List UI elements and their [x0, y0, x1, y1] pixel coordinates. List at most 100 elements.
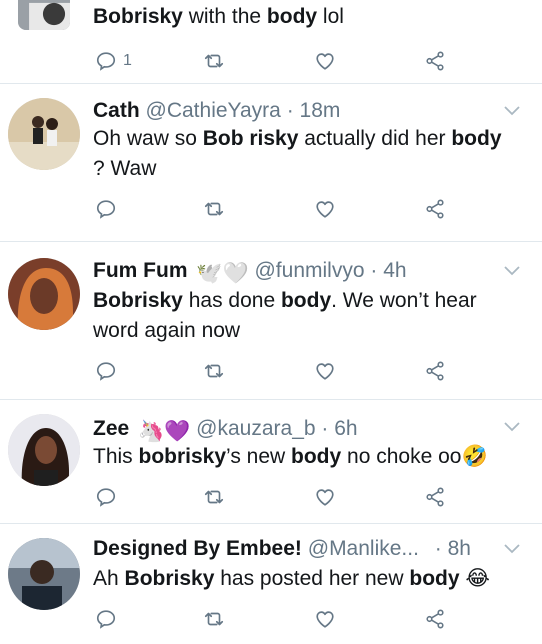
retweet-button[interactable]: [203, 606, 225, 632]
retweet-icon: [204, 54, 224, 68]
tweet-body-text: Bobrisky has done body. We won’t hear wo…: [93, 289, 477, 342]
retweet-button[interactable]: [203, 196, 225, 222]
tweet-1[interactable]: Cath @CathieYayra · 18m Oh waw so Bob ri…: [0, 84, 542, 242]
avatar-image: [8, 414, 80, 486]
highlighted-term: Bob risky: [202, 127, 299, 150]
tweet-actions: [95, 606, 515, 632]
highlighted-term: body: [291, 445, 342, 468]
reply-icon: [96, 52, 116, 71]
avatar[interactable]: [8, 258, 80, 330]
like-button[interactable]: [314, 196, 336, 222]
retweet-icon: [204, 364, 224, 378]
avatar[interactable]: [8, 414, 80, 486]
timestamp[interactable]: 8h: [448, 537, 471, 560]
chevron-down-icon[interactable]: [504, 544, 520, 554]
tweet-feed: Bobrisky with the body lol 1 Cath @Cathi…: [0, 0, 542, 629]
tweet-3[interactable]: Zee 🦄💜 @kauzara_b · 6h This bobrisky’s n…: [0, 400, 542, 524]
author-handle[interactable]: @funmilvyo: [254, 259, 364, 282]
highlighted-term: Bobrisky: [124, 567, 215, 590]
author-name[interactable]: Fum Fum: [93, 259, 188, 282]
timestamp[interactable]: 18m: [300, 99, 341, 122]
tweet-text: Bobrisky with the body lol: [93, 4, 502, 30]
avatar[interactable]: [8, 538, 80, 610]
share-button[interactable]: [424, 484, 446, 510]
highlighted-term: Bobrisky: [93, 5, 183, 28]
body-segment: has done: [182, 289, 281, 312]
tweet-header: Designed By Embee! @Manlike... · 8h: [93, 536, 502, 562]
avatar-image: [18, 0, 70, 30]
reply-icon: [96, 610, 116, 629]
highlighted-term: body: [451, 127, 502, 150]
like-button[interactable]: [314, 484, 336, 510]
retweet-button[interactable]: [203, 358, 225, 384]
author-name[interactable]: Cath: [93, 99, 140, 122]
highlighted-term: bobrisky: [138, 445, 227, 468]
like-icon: [316, 611, 334, 628]
tweet-body: Bobrisky with the body lol: [93, 5, 344, 28]
like-icon: [316, 489, 334, 506]
separator: ·: [434, 537, 442, 560]
reply-button[interactable]: [95, 358, 117, 384]
body-segment: has posted her new: [214, 567, 410, 590]
separator: ·: [370, 259, 378, 282]
avatar[interactable]: [18, 0, 70, 30]
reply-button[interactable]: [95, 484, 117, 510]
like-icon: [316, 363, 334, 380]
like-icon: [316, 201, 334, 218]
author-name[interactable]: Designed By Embee!: [93, 537, 302, 560]
author-name[interactable]: Zee: [93, 417, 129, 440]
tweet-header: Fum Fum 🕊️🤍 @funmilvyo · 4h: [93, 258, 502, 287]
share-button[interactable]: [424, 358, 446, 384]
share-icon: [426, 199, 444, 219]
tweet-actions: 1: [95, 48, 515, 74]
tweet-actions: [95, 484, 515, 510]
reply-count: 1: [123, 52, 132, 69]
like-icon: [316, 53, 334, 70]
body-segment: ’s new: [226, 445, 292, 468]
retweet-button[interactable]: [203, 48, 225, 74]
name-emoji: 🕊️🤍: [196, 262, 249, 285]
like-button[interactable]: [314, 606, 336, 632]
timestamp[interactable]: 4h: [383, 259, 406, 282]
highlighted-term: body: [266, 5, 318, 28]
reply-icon: [96, 362, 116, 381]
chevron-down-icon[interactable]: [504, 266, 520, 276]
tweet-4[interactable]: Designed By Embee! @Manlike... · 8h Ah B…: [0, 524, 542, 644]
like-button[interactable]: [314, 358, 336, 384]
body-segment: 😂: [459, 567, 490, 590]
avatar[interactable]: [8, 98, 80, 170]
share-button[interactable]: [424, 606, 446, 632]
avatar-image: [8, 538, 80, 610]
share-button[interactable]: [424, 48, 446, 74]
avatar-image: [8, 258, 80, 330]
retweet-button[interactable]: [203, 484, 225, 510]
body-segment: ? Waw: [93, 157, 157, 180]
body-segment: Oh waw so: [93, 127, 203, 150]
reply-icon: [96, 200, 116, 219]
tweet-2[interactable]: Fum Fum 🕊️🤍 @funmilvyo · 4h Bobrisky has…: [0, 242, 542, 400]
highlighted-term: Bobrisky: [93, 289, 183, 312]
timestamp[interactable]: 6h: [334, 417, 357, 440]
retweet-icon: [204, 202, 224, 216]
author-handle[interactable]: @CathieYayra: [146, 99, 281, 122]
share-icon: [426, 609, 444, 629]
author-handle[interactable]: @Manlike...: [308, 537, 419, 560]
body-segment: This: [93, 445, 139, 468]
chevron-down-icon[interactable]: [504, 106, 520, 116]
body-segment: lol: [317, 5, 344, 28]
body-segment: Ah: [93, 567, 125, 590]
tweet-actions: [95, 358, 515, 384]
chevron-down-icon[interactable]: [504, 422, 520, 432]
tweet-0[interactable]: Bobrisky with the body lol 1: [0, 0, 542, 84]
tweet-body: Oh waw so Bob risky actually did her bod…: [93, 124, 512, 184]
tweet-header: Zee 🦄💜 @kauzara_b · 6h: [93, 416, 502, 445]
author-handle[interactable]: @kauzara_b: [196, 417, 315, 440]
highlighted-term: body: [280, 289, 332, 312]
share-button[interactable]: [424, 196, 446, 222]
separator: ·: [321, 417, 329, 440]
reply-button[interactable]: 1: [95, 48, 132, 74]
reply-button[interactable]: [95, 606, 117, 632]
like-button[interactable]: [314, 48, 336, 74]
reply-button[interactable]: [95, 196, 117, 222]
body-segment: with the: [182, 5, 267, 28]
